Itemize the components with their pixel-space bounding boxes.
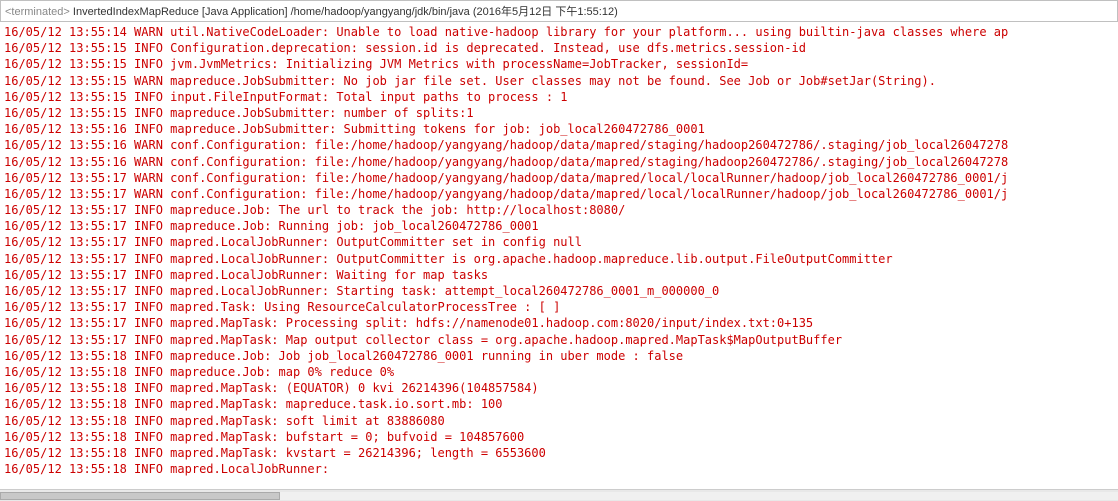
log-line: 16/05/12 13:55:18 INFO mapred.MapTask: b… (4, 429, 1114, 445)
scrollbar-thumb[interactable] (0, 492, 280, 500)
scrollbar-track[interactable] (0, 492, 1118, 500)
log-line: 16/05/12 13:55:15 INFO Configuration.dep… (4, 40, 1114, 56)
console-output[interactable]: 16/05/12 13:55:14 WARN util.NativeCodeLo… (0, 22, 1118, 479)
log-line: 16/05/12 13:55:15 WARN mapreduce.JobSubm… (4, 73, 1114, 89)
log-line: 16/05/12 13:55:17 INFO mapred.MapTask: M… (4, 332, 1114, 348)
log-line: 16/05/12 13:55:17 WARN conf.Configuratio… (4, 186, 1114, 202)
log-line: 16/05/12 13:55:17 INFO mapreduce.Job: Th… (4, 202, 1114, 218)
log-line: 16/05/12 13:55:16 WARN conf.Configuratio… (4, 137, 1114, 153)
log-line: 16/05/12 13:55:15 INFO input.FileInputFo… (4, 89, 1114, 105)
log-line: 16/05/12 13:55:16 INFO mapreduce.JobSubm… (4, 121, 1114, 137)
log-line: 16/05/12 13:55:17 INFO mapred.LocalJobRu… (4, 234, 1114, 250)
log-line: 16/05/12 13:55:17 INFO mapred.LocalJobRu… (4, 251, 1114, 267)
log-line: 16/05/12 13:55:17 INFO mapred.LocalJobRu… (4, 283, 1114, 299)
log-line: 16/05/12 13:55:17 WARN conf.Configuratio… (4, 170, 1114, 186)
log-line: 16/05/12 13:55:16 WARN conf.Configuratio… (4, 154, 1114, 170)
log-line: 16/05/12 13:55:17 INFO mapred.LocalJobRu… (4, 267, 1114, 283)
log-line: 16/05/12 13:55:18 INFO mapred.MapTask: (… (4, 380, 1114, 396)
log-line: 16/05/12 13:55:14 WARN util.NativeCodeLo… (4, 24, 1114, 40)
log-line: 16/05/12 13:55:17 INFO mapreduce.Job: Ru… (4, 218, 1114, 234)
application-name: InvertedIndexMapReduce [Java Application… (73, 6, 618, 18)
log-line: 16/05/12 13:55:18 INFO mapred.MapTask: s… (4, 413, 1114, 429)
terminated-label: <terminated> (5, 6, 70, 18)
log-line: 16/05/12 13:55:18 INFO mapred.LocalJobRu… (4, 461, 1114, 477)
log-line: 16/05/12 13:55:18 INFO mapred.MapTask: k… (4, 445, 1114, 461)
horizontal-scrollbar[interactable] (0, 489, 1118, 501)
log-line: 16/05/12 13:55:18 INFO mapred.MapTask: m… (4, 396, 1114, 412)
log-line: 16/05/12 13:55:15 INFO mapreduce.JobSubm… (4, 105, 1114, 121)
log-line: 16/05/12 13:55:18 INFO mapreduce.Job: Jo… (4, 348, 1114, 364)
log-line: 16/05/12 13:55:17 INFO mapred.MapTask: P… (4, 315, 1114, 331)
log-line: 16/05/12 13:55:15 INFO jvm.JvmMetrics: I… (4, 56, 1114, 72)
console-header: <terminated> InvertedIndexMapReduce [Jav… (0, 0, 1118, 22)
log-line: 16/05/12 13:55:18 INFO mapreduce.Job: ma… (4, 364, 1114, 380)
log-line: 16/05/12 13:55:17 INFO mapred.Task: Usin… (4, 299, 1114, 315)
